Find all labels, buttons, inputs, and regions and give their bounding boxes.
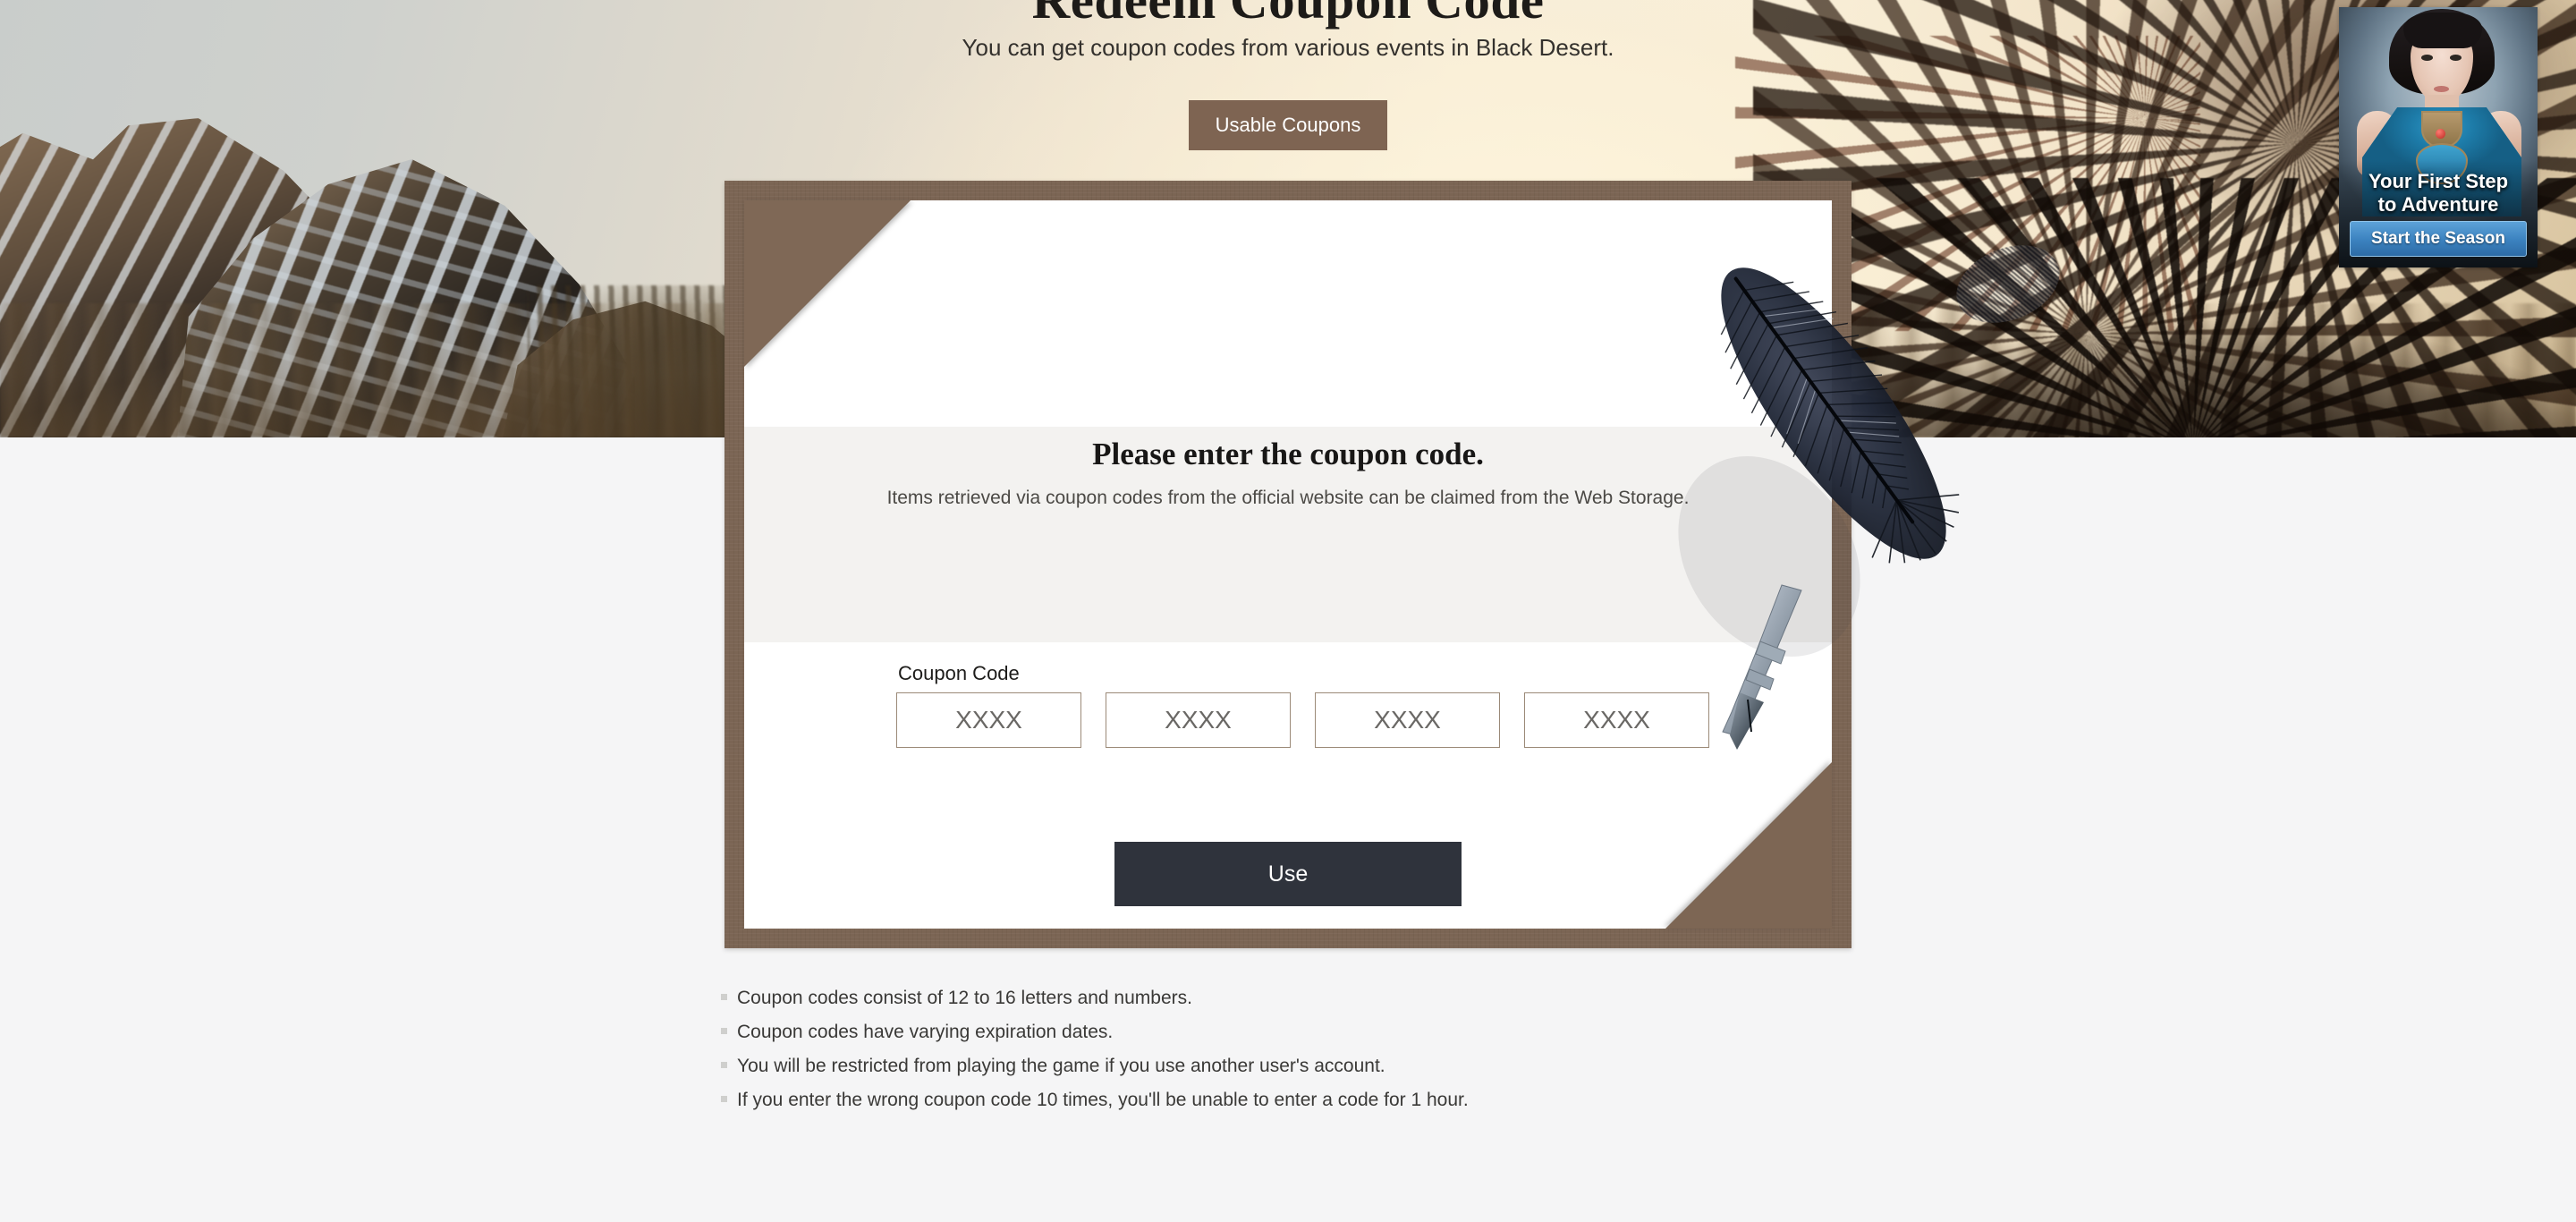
page-root: Redeem Coupon Code You can get coupon co… [0,0,2576,1222]
coupon-input-2[interactable] [1106,692,1291,748]
banner-title: Your First Step to Adventure [2339,170,2538,216]
note-text: Coupon codes consist of 12 to 16 letters… [737,988,1192,1008]
character-eye-right [2450,55,2462,61]
list-item: If you enter the wrong coupon code 10 ti… [721,1090,1884,1111]
bullet-square-icon [721,1062,727,1068]
coupon-input-4[interactable] [1524,692,1709,748]
list-item: Coupon codes consist of 12 to 16 letters… [721,988,1884,1009]
character-lips [2434,86,2449,92]
note-text: You will be restricted from playing the … [737,1056,1385,1076]
envelope-fold-top-left [744,200,911,367]
coupon-notes-list: Coupon codes consist of 12 to 16 letters… [721,988,1884,1124]
banner-title-line-2: to Adventure [2377,192,2499,216]
use-coupon-button[interactable]: Use [1114,842,1462,906]
coupon-input-1[interactable] [896,692,1081,748]
list-item: You will be restricted from playing the … [721,1056,1884,1077]
envelope-fold-bottom-right [1665,762,1832,929]
note-text: If you enter the wrong coupon code 10 ti… [737,1090,1469,1110]
start-the-season-button[interactable]: Start the Season [2350,221,2527,257]
card-description: Items retrieved via coupon codes from th… [886,488,1690,508]
usable-coupons-button[interactable]: Usable Coupons [1189,100,1387,150]
bullet-square-icon [721,1096,727,1102]
season-promo-banner[interactable]: Your First Step to Adventure Start the S… [2339,7,2538,267]
coupon-code-fields [896,692,1709,748]
bullet-square-icon [721,1028,727,1034]
card-title: Please enter the coupon code. [1092,437,1484,471]
note-text: Coupon codes have varying expiration dat… [737,1022,1114,1042]
banner-title-line-1: Your First Step [2368,170,2509,192]
character-hair-front [2403,13,2482,48]
list-item: Coupon codes have varying expiration dat… [721,1022,1884,1043]
character-gem [2436,129,2445,139]
bullet-square-icon [721,994,727,1000]
coupon-input-3[interactable] [1315,692,1500,748]
coupon-code-label: Coupon Code [898,662,1020,684]
page-title: Redeem Coupon Code [1031,0,1545,30]
hero-subtitle: You can get coupon codes from various ev… [962,34,1614,61]
coupon-envelope-card: Please enter the coupon code. Items retr… [724,181,1852,948]
character-eye-left [2421,55,2433,61]
